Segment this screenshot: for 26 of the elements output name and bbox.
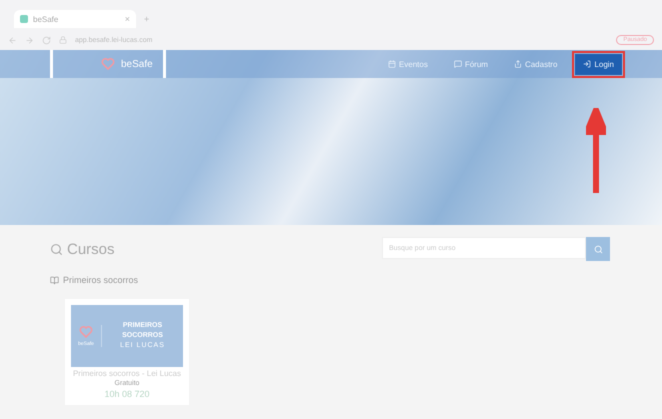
- nav-link[interactable]: Login: [575, 54, 622, 74]
- heart-icon: [79, 325, 93, 339]
- reload-icon[interactable]: [42, 36, 51, 44]
- lock-icon: [59, 36, 67, 44]
- heart-icon: [101, 57, 115, 71]
- category-label: Primeiros socorros: [63, 275, 138, 285]
- course-hours: 10h 08 720: [104, 389, 150, 399]
- login-icon: [583, 60, 592, 68]
- new-tab-icon[interactable]: +: [144, 14, 150, 24]
- search-button[interactable]: [586, 237, 610, 261]
- favicon-icon: [20, 15, 28, 23]
- back-icon[interactable]: [8, 36, 17, 44]
- calendar-icon: [388, 60, 396, 68]
- nav-link[interactable]: Eventos: [380, 54, 436, 74]
- browser-tab[interactable]: beSafe ×: [14, 10, 136, 28]
- chat-icon: [454, 60, 462, 68]
- book-icon: [50, 276, 59, 284]
- search-icon: [594, 244, 602, 254]
- section-title: Cursos: [67, 240, 115, 258]
- brand-logo[interactable]: beSafe: [50, 50, 166, 78]
- nav-link[interactable]: Fórum: [446, 54, 496, 74]
- share-icon: [514, 60, 522, 68]
- search-icon: [50, 242, 63, 256]
- forward-icon[interactable]: [25, 36, 34, 44]
- nav-link[interactable]: Cadastro: [506, 54, 566, 74]
- tab-close-icon[interactable]: ×: [124, 14, 130, 24]
